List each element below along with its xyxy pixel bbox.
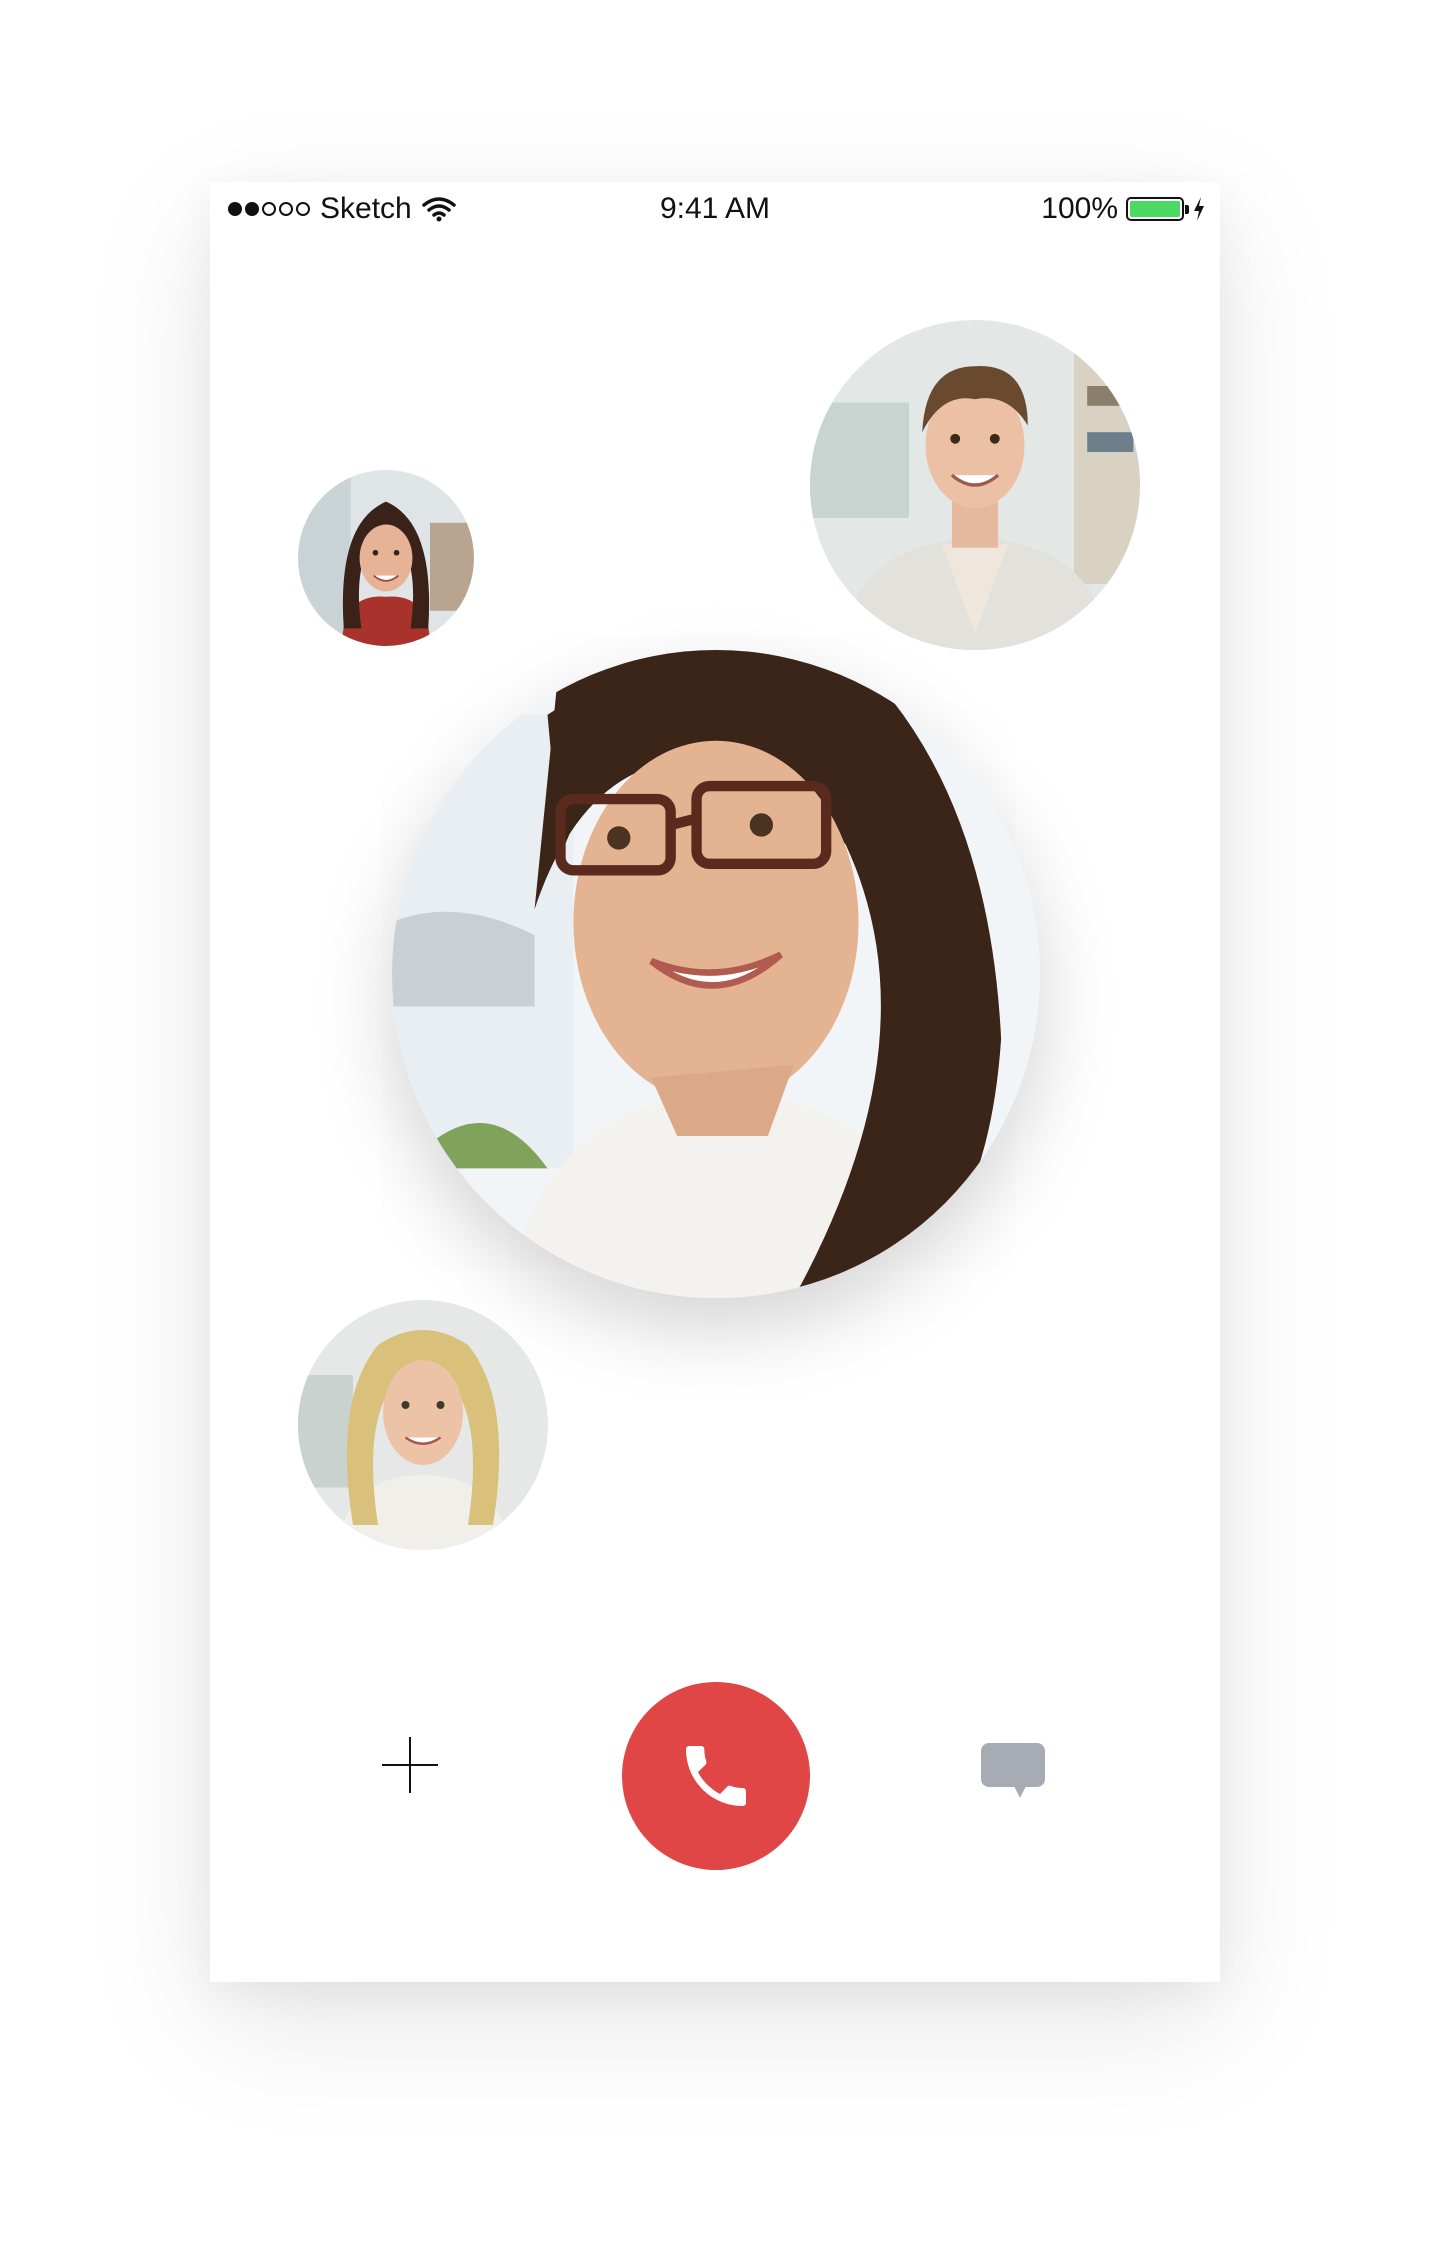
woman-glasses-avatar-icon: [392, 650, 1040, 1298]
chat-button[interactable]: [980, 1742, 1046, 1802]
battery-icon: [1126, 197, 1189, 221]
add-participant-button[interactable]: [380, 1737, 440, 1797]
participant-bottom-left[interactable]: [298, 1300, 548, 1550]
phone-icon: [686, 1746, 746, 1806]
participant-main[interactable]: [392, 650, 1040, 1298]
call-controls: [210, 1682, 1220, 1882]
end-call-button[interactable]: [622, 1682, 810, 1870]
status-right: 100%: [1041, 192, 1206, 226]
chat-bubble-icon: [981, 1743, 1045, 1798]
battery-percent: 100%: [1041, 192, 1118, 225]
phone-frame: Sketch 9:41 AM 100%: [210, 182, 1220, 1982]
battery-fill: [1130, 201, 1180, 217]
blonde-woman-avatar-icon: [298, 1300, 548, 1550]
man-avatar-icon: [810, 320, 1140, 650]
woman-avatar-icon: [298, 470, 474, 646]
status-bar: Sketch 9:41 AM 100%: [210, 182, 1220, 252]
participant-top-left[interactable]: [298, 470, 474, 646]
charging-bolt-icon: [1194, 197, 1204, 221]
participant-top-right[interactable]: [810, 320, 1140, 650]
screen: Sketch 9:41 AM 100%: [0, 0, 1450, 2250]
